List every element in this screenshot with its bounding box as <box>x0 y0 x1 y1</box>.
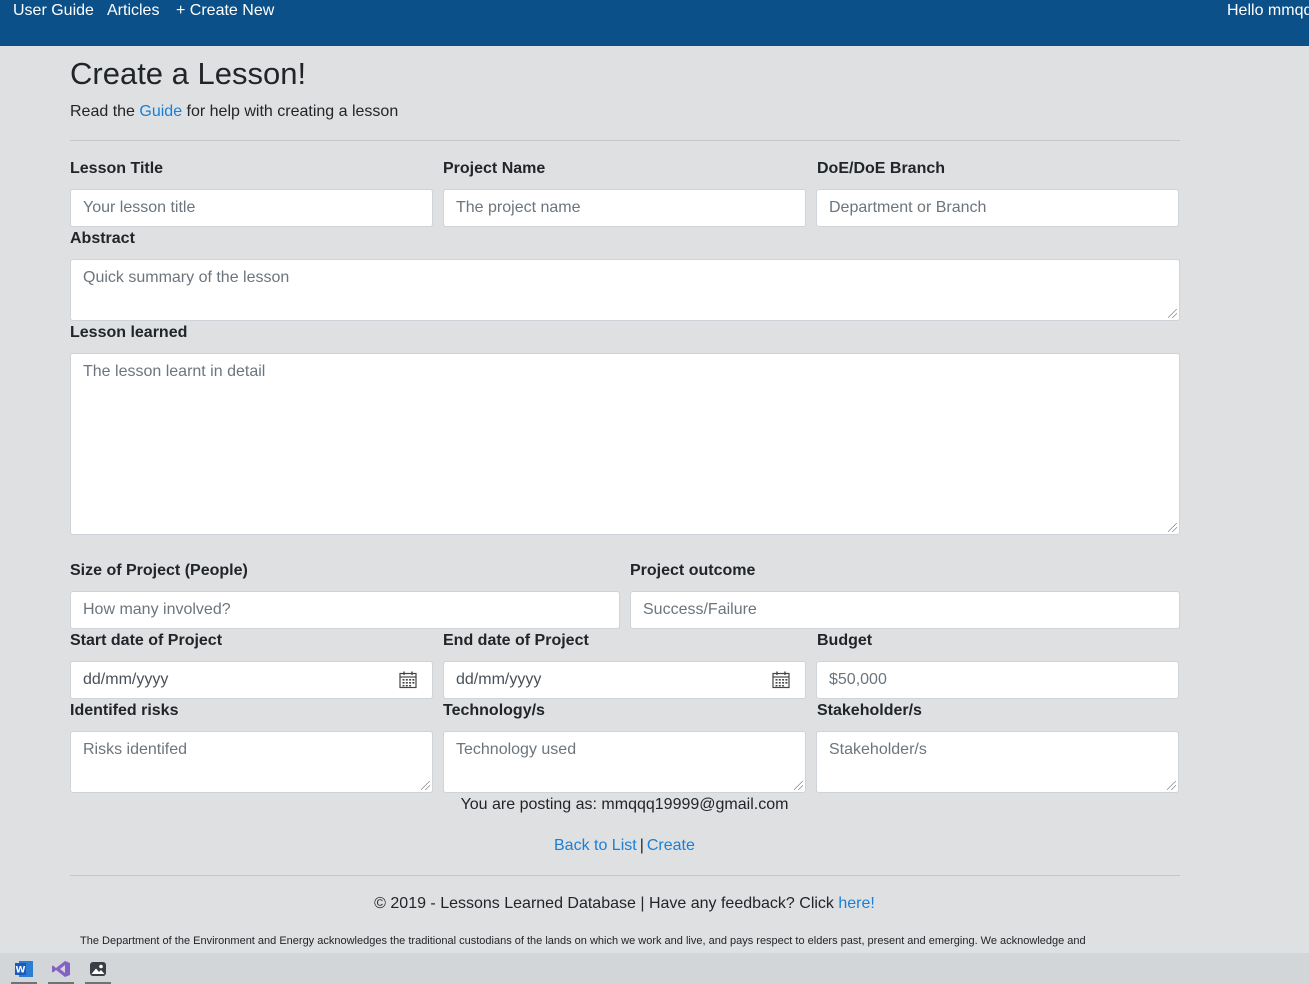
resize-grip-icon[interactable] <box>1168 523 1177 532</box>
end-date-label: End date of Project <box>443 632 589 649</box>
budget-label: Budget <box>817 632 873 649</box>
end-date-input[interactable]: dd/mm/yyyy <box>443 661 806 699</box>
resize-grip-icon[interactable] <box>1167 781 1176 790</box>
abstract-textarea[interactable]: Quick summary of the lesson <box>70 259 1180 321</box>
calendar-icon[interactable] <box>399 671 417 689</box>
budget-input[interactable]: $50,000 <box>816 661 1179 699</box>
outcome-input[interactable]: Success/Failure <box>630 591 1180 629</box>
lesson-title-input[interactable]: Your lesson title <box>70 189 433 227</box>
nav-articles[interactable]: Articles <box>107 2 159 20</box>
taskbar: W <box>0 953 1309 984</box>
risks-placeholder: Risks identifed <box>83 741 188 758</box>
abstract-placeholder: Quick summary of the lesson <box>83 269 290 286</box>
technology-placeholder: Technology used <box>456 741 577 758</box>
subtitle-pre: Read the <box>70 103 140 120</box>
size-input[interactable]: How many involved? <box>70 591 620 629</box>
budget-placeholder: $50,000 <box>829 671 887 688</box>
stakeholders-placeholder: Stakeholder/s <box>829 741 927 758</box>
start-date-label: Start date of Project <box>70 632 223 649</box>
lesson-learned-textarea[interactable]: The lesson learnt in detail <box>70 353 1180 535</box>
lesson-learned-placeholder: The lesson learnt in detail <box>83 363 266 380</box>
lesson-title-label: Lesson Title <box>70 160 164 177</box>
lesson-learned-label: Lesson learned <box>70 324 188 341</box>
footer-divider <box>70 875 1180 876</box>
nav-create-new[interactable]: + Create New <box>176 2 274 20</box>
divider <box>70 140 1180 141</box>
size-label: Size of Project (People) <box>70 562 248 579</box>
technology-textarea[interactable]: Technology used <box>443 731 806 793</box>
word-icon: W <box>15 960 33 977</box>
outcome-placeholder: Success/Failure <box>643 601 757 618</box>
start-date-input[interactable]: dd/mm/yyyy <box>70 661 433 699</box>
top-navbar: User Guide Articles + Create New Hello m… <box>0 0 1309 46</box>
stakeholders-textarea[interactable]: Stakeholder/s <box>816 731 1179 793</box>
project-name-placeholder: The project name <box>456 199 581 216</box>
posting-as-text: You are posting as: mmqqq19999@gmail.com <box>460 796 789 813</box>
nav-user-guide[interactable]: User Guide <box>13 2 94 20</box>
outcome-label: Project outcome <box>630 562 756 579</box>
resize-grip-icon[interactable] <box>794 781 803 790</box>
feedback-link[interactable]: here! <box>838 895 874 912</box>
taskbar-word[interactable]: W <box>9 953 39 984</box>
abstract-label: Abstract <box>70 230 135 247</box>
taskbar-photos[interactable] <box>83 953 113 984</box>
project-name-input[interactable]: The project name <box>443 189 806 227</box>
page-title: Create a Lesson! <box>70 56 307 91</box>
doe-branch-label: DoE/DoE Branch <box>817 160 946 177</box>
resize-grip-icon[interactable] <box>1168 309 1177 318</box>
project-name-label: Project Name <box>443 160 546 177</box>
size-placeholder: How many involved? <box>83 601 231 618</box>
resize-grip-icon[interactable] <box>421 781 430 790</box>
photos-icon <box>90 961 106 976</box>
back-to-list-link[interactable]: Back to List <box>554 837 637 854</box>
technology-label: Technology/s <box>443 702 545 719</box>
visual-studio-icon <box>52 960 70 977</box>
lesson-title-placeholder: Your lesson title <box>83 199 196 216</box>
doe-branch-placeholder: Department or Branch <box>829 199 987 216</box>
end-date-value: dd/mm/yyyy <box>456 671 542 688</box>
risks-textarea[interactable]: Risks identifed <box>70 731 433 793</box>
stakeholders-label: Stakeholder/s <box>817 702 922 719</box>
nav-hello-user[interactable]: Hello mmqq <box>1227 2 1309 20</box>
actions-separator: | <box>639 837 644 854</box>
guide-link[interactable]: Guide <box>139 103 182 120</box>
page-subtitle: Read the Guide for help with creating a … <box>70 103 398 121</box>
risks-label: Identifed risks <box>70 702 179 719</box>
start-date-value: dd/mm/yyyy <box>83 671 169 688</box>
subtitle-post: for help with creating a lesson <box>182 103 399 120</box>
calendar-icon[interactable] <box>772 671 790 689</box>
svg-text:W: W <box>16 965 26 975</box>
footer-copyright: © 2019 - Lessons Learned Database | Have… <box>0 895 1249 913</box>
copyright-text: © 2019 - Lessons Learned Database | Have… <box>374 895 839 912</box>
create-link[interactable]: Create <box>647 837 695 854</box>
form-actions: Back to List | Create <box>554 837 695 855</box>
taskbar-visual-studio[interactable] <box>46 953 76 984</box>
doe-branch-input[interactable]: Department or Branch <box>816 189 1179 227</box>
footer-acknowledgement: The Department of the Environment and En… <box>80 935 1086 947</box>
